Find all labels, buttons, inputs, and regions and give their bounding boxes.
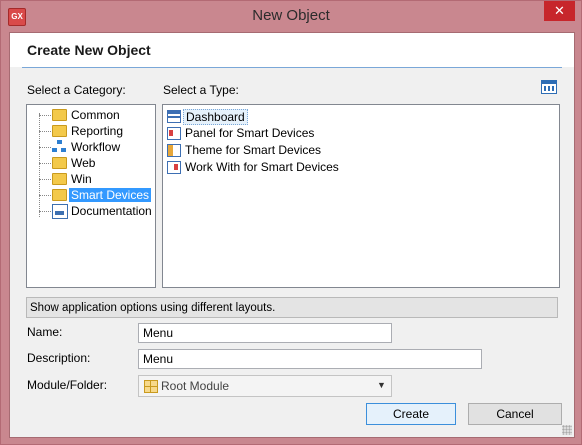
close-icon: ✕ bbox=[554, 3, 565, 18]
tree-item-common[interactable]: Common bbox=[27, 107, 155, 123]
module-folder-value: Root Module bbox=[161, 379, 230, 393]
tree-branch bbox=[39, 211, 51, 212]
documentation-icon bbox=[52, 204, 68, 219]
work-with-icon bbox=[167, 161, 181, 174]
header-title: Create New Object bbox=[27, 42, 151, 58]
tree-item-label: Documentation bbox=[71, 204, 152, 218]
type-item-label: Panel for Smart Devices bbox=[185, 126, 315, 140]
workflow-icon bbox=[52, 140, 66, 153]
tree-item-web[interactable]: Web bbox=[27, 155, 155, 171]
tree-item-smart-devices[interactable]: Smart Devices bbox=[27, 187, 155, 203]
theme-icon bbox=[167, 144, 181, 157]
tree-branch bbox=[39, 131, 51, 132]
type-list[interactable]: Dashboard Panel for Smart Devices Theme … bbox=[162, 104, 560, 288]
description-input[interactable] bbox=[138, 349, 482, 369]
tree-item-label: Common bbox=[71, 108, 120, 122]
type-item-label: Dashboard bbox=[183, 109, 248, 125]
tree-item-win[interactable]: Win bbox=[27, 171, 155, 187]
type-label: Select a Type: bbox=[163, 83, 239, 97]
tree-item-workflow[interactable]: Workflow bbox=[27, 139, 155, 155]
folder-icon bbox=[52, 157, 67, 169]
type-item-label: Theme for Smart Devices bbox=[185, 143, 322, 157]
name-label: Name: bbox=[27, 325, 63, 339]
title-bar[interactable]: GX New Object ✕ bbox=[1, 1, 581, 32]
dashboard-icon bbox=[167, 110, 181, 123]
new-object-window: GX New Object ✕ Create New Object Select… bbox=[0, 0, 582, 445]
module-folder-label: Module/Folder: bbox=[27, 378, 108, 392]
description-label: Description: bbox=[27, 351, 91, 365]
folder-icon bbox=[52, 109, 67, 121]
close-button[interactable]: ✕ bbox=[544, 1, 575, 21]
tree-branch bbox=[39, 147, 51, 148]
dialog-header: Create New Object bbox=[10, 33, 574, 67]
module-icon bbox=[144, 380, 158, 393]
resize-grip-icon[interactable] bbox=[562, 425, 572, 435]
chevron-down-icon[interactable]: ▼ bbox=[377, 380, 386, 390]
folder-icon bbox=[52, 189, 67, 201]
tree-item-label: Web bbox=[71, 156, 96, 170]
folder-icon bbox=[52, 173, 67, 185]
cancel-button[interactable]: Cancel bbox=[468, 403, 562, 425]
tree-branch bbox=[39, 115, 51, 116]
tree-item-label: Win bbox=[71, 172, 92, 186]
tree-branch bbox=[39, 195, 51, 196]
module-folder-select[interactable]: Root Module ▼ bbox=[138, 375, 392, 397]
tree-item-label: Smart Devices bbox=[69, 188, 152, 202]
tree-branch bbox=[39, 163, 51, 164]
create-button[interactable]: Create bbox=[366, 403, 456, 425]
type-description-bar: Show application options using different… bbox=[26, 297, 558, 318]
tree-item-label: Reporting bbox=[71, 124, 124, 138]
tree-item-reporting[interactable]: Reporting bbox=[27, 123, 155, 139]
window-title: New Object bbox=[252, 7, 330, 24]
type-item-label: Work With for Smart Devices bbox=[185, 160, 339, 174]
tree-item-label: Workflow bbox=[71, 140, 121, 154]
tree-item-documentation[interactable]: Documentation bbox=[27, 203, 155, 219]
category-label: Select a Category: bbox=[27, 83, 126, 97]
dialog-body: Create New Object Select a Category: Sel… bbox=[9, 32, 575, 438]
tree-branch bbox=[39, 179, 51, 180]
header-divider bbox=[22, 67, 562, 68]
layout-view-icon[interactable] bbox=[541, 80, 557, 94]
panel-icon bbox=[167, 127, 181, 140]
folder-icon bbox=[52, 125, 67, 137]
name-input[interactable] bbox=[138, 323, 392, 343]
category-tree[interactable]: Common Reporting Workflow Web Win Smart … bbox=[26, 104, 156, 288]
